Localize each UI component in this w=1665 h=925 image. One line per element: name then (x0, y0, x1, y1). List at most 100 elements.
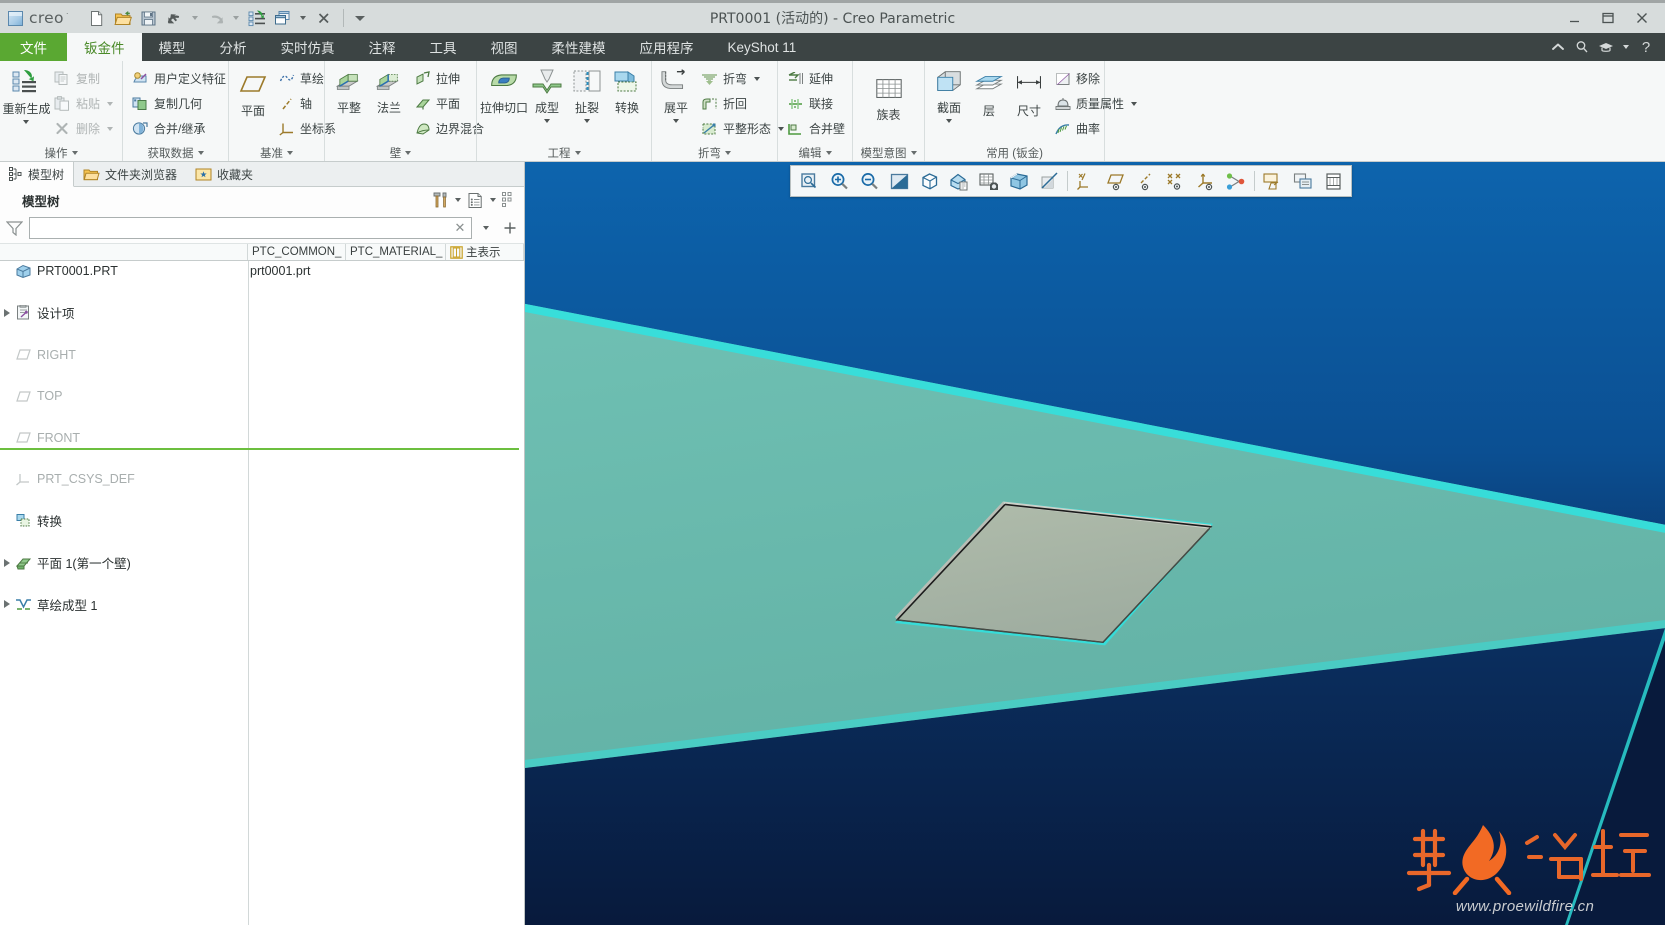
curvature-button[interactable]: 曲率 (1049, 116, 1142, 141)
tab-sheetmetal[interactable]: 钣金件 (67, 33, 142, 61)
tab-flexible-modeling[interactable]: 柔性建模 (535, 33, 623, 61)
ribbon-group-bend-title[interactable]: 折弯 (652, 144, 777, 161)
layer-view-icon[interactable] (1288, 167, 1318, 195)
zoom-box-icon[interactable] (794, 167, 824, 195)
nav-tab-folder-browser[interactable]: 文件夹浏览器 (74, 162, 186, 186)
bend-expand-caret-icon[interactable] (725, 150, 731, 155)
model-intent-expand-caret-icon[interactable] (910, 150, 917, 155)
ribbon-group-operations-title[interactable]: 操作 (0, 144, 122, 161)
tab-tools[interactable]: 工具 (413, 33, 474, 61)
ribbon-group-engineering-title[interactable]: 工程 (477, 144, 651, 161)
form-dropdown-caret-icon[interactable] (544, 119, 550, 123)
redo-icon[interactable] (204, 6, 228, 30)
qat-overflow-caret-icon[interactable] (351, 6, 369, 30)
refit-icon[interactable] (884, 167, 914, 195)
ribbon-group-wall-title[interactable]: 壁 (325, 144, 476, 161)
convert-button[interactable]: 转换 (607, 66, 647, 117)
get-data-expand-caret-icon[interactable] (197, 150, 204, 155)
filter-clear-icon[interactable]: ✕ (452, 220, 468, 236)
settings-caret-icon[interactable] (451, 189, 464, 211)
search-icon[interactable] (1571, 34, 1593, 60)
regenerate-button[interactable]: 重新生成 (2, 66, 51, 125)
column-header-tree[interactable] (0, 244, 248, 260)
csys-display-icon[interactable] (1191, 167, 1221, 195)
appearance-icon[interactable] (1034, 167, 1064, 195)
remove-surface-button[interactable]: 移除 (1049, 66, 1142, 91)
tree-expand-arrow[interactable] (0, 303, 14, 323)
ribbon-group-get-data-title[interactable]: 获取数据 (123, 144, 228, 161)
engineering-expand-caret-icon[interactable] (574, 150, 581, 155)
maximize-button[interactable] (1591, 4, 1625, 32)
redo-caret-icon[interactable] (230, 6, 243, 30)
table-row[interactable]: RIGHT (0, 344, 524, 365)
datum-plane-button[interactable]: 平面 (233, 66, 273, 120)
filter-dropdown-caret-icon[interactable] (478, 217, 494, 239)
copy-geometry-button[interactable]: 复制几何 (127, 91, 231, 116)
zoom-out-icon[interactable] (854, 167, 884, 195)
section-view-icon[interactable] (1318, 167, 1348, 195)
reorient-icon[interactable] (914, 167, 944, 195)
learning-caret-icon[interactable] (1619, 34, 1633, 60)
annotation-display-icon[interactable] (1221, 167, 1251, 195)
layer-button[interactable]: 层 (969, 66, 1009, 120)
tab-keyshot[interactable]: KeyShot 11 (711, 33, 814, 61)
spin-center-icon[interactable] (1258, 167, 1288, 195)
close-button[interactable] (1625, 4, 1659, 32)
help-icon[interactable]: ? (1635, 34, 1657, 60)
operations-expand-caret-icon[interactable] (71, 150, 78, 155)
section-button[interactable]: 截面 (929, 66, 969, 124)
bend-button[interactable]: 折弯 (696, 66, 789, 91)
form-button[interactable]: 成型 (527, 66, 567, 124)
zoom-in-icon[interactable] (824, 167, 854, 195)
table-row[interactable]: 设计项 (0, 303, 524, 324)
tree-expand-arrow[interactable] (0, 553, 14, 573)
learning-icon[interactable] (1595, 34, 1617, 60)
tab-applications[interactable]: 应用程序 (623, 33, 711, 61)
table-row[interactable]: 平面 1(第一个壁) (0, 552, 524, 573)
extrude-cut-button[interactable]: 拉伸切口 (480, 66, 528, 117)
planar-wall-button[interactable]: 平整 (329, 66, 369, 117)
table-row[interactable]: PRT_CSYS_DEF (0, 469, 524, 490)
graphics-viewport[interactable]: www.proewildfire.cn (525, 162, 1665, 925)
table-row[interactable]: FRONT (0, 427, 524, 448)
save-icon[interactable] (137, 6, 161, 30)
filter-add-icon[interactable] (500, 217, 520, 239)
minimize-button[interactable] (1557, 4, 1591, 32)
unbend-button[interactable]: 展平 (656, 66, 696, 124)
table-row[interactable]: TOP (0, 386, 524, 407)
display-style-icon[interactable] (1004, 167, 1034, 195)
view-manager-icon[interactable] (974, 167, 1004, 195)
tree-columns-icon[interactable] (500, 189, 520, 211)
axis-display-icon[interactable] (1131, 167, 1161, 195)
column-header-ptc-material[interactable]: PTC_MATERIAL_ (346, 244, 446, 260)
window-caret-icon[interactable] (297, 6, 310, 30)
table-row[interactable]: PRT0001.PRT prt0001.prt (0, 261, 524, 282)
collapse-ribbon-icon[interactable] (1547, 34, 1569, 60)
point-display-icon[interactable] (1161, 167, 1191, 195)
saved-views-icon[interactable] (944, 167, 974, 195)
nav-tab-model-tree[interactable]: 模型树 (0, 162, 75, 187)
datum-expand-caret-icon[interactable] (287, 150, 293, 155)
display-caret-icon[interactable] (486, 189, 499, 211)
bend-dropdown-caret-icon[interactable] (754, 76, 761, 81)
window-switch-icon[interactable] (271, 6, 295, 30)
merge-wall-button[interactable]: 合并壁 (782, 116, 850, 141)
flange-wall-button[interactable]: 法兰 (369, 66, 409, 117)
datum-display-icon[interactable] (1071, 167, 1101, 195)
unbend-dropdown-caret-icon[interactable] (673, 119, 679, 123)
close-window-icon[interactable] (312, 6, 336, 30)
tab-file[interactable]: 文件 (0, 33, 67, 61)
merge-button[interactable]: 联接 (782, 91, 850, 116)
merge-inherit-button[interactable]: 合并/继承 (127, 116, 231, 141)
settings-hammer-icon[interactable] (430, 189, 450, 211)
dimension-button[interactable]: 尺寸 (1009, 66, 1049, 120)
filter-funnel-icon[interactable] (6, 220, 23, 237)
regenerate-icon[interactable] (245, 6, 269, 30)
tree-expand-arrow[interactable] (0, 594, 14, 614)
edit-expand-caret-icon[interactable] (825, 150, 832, 155)
rip-button[interactable]: 扯裂 (567, 66, 607, 124)
column-header-main-representation[interactable]: 主表示 (446, 244, 524, 260)
nav-tab-favorites[interactable]: 收藏夹 (186, 162, 262, 186)
undo-caret-icon[interactable] (189, 6, 202, 30)
wall-expand-caret-icon[interactable] (405, 150, 412, 155)
